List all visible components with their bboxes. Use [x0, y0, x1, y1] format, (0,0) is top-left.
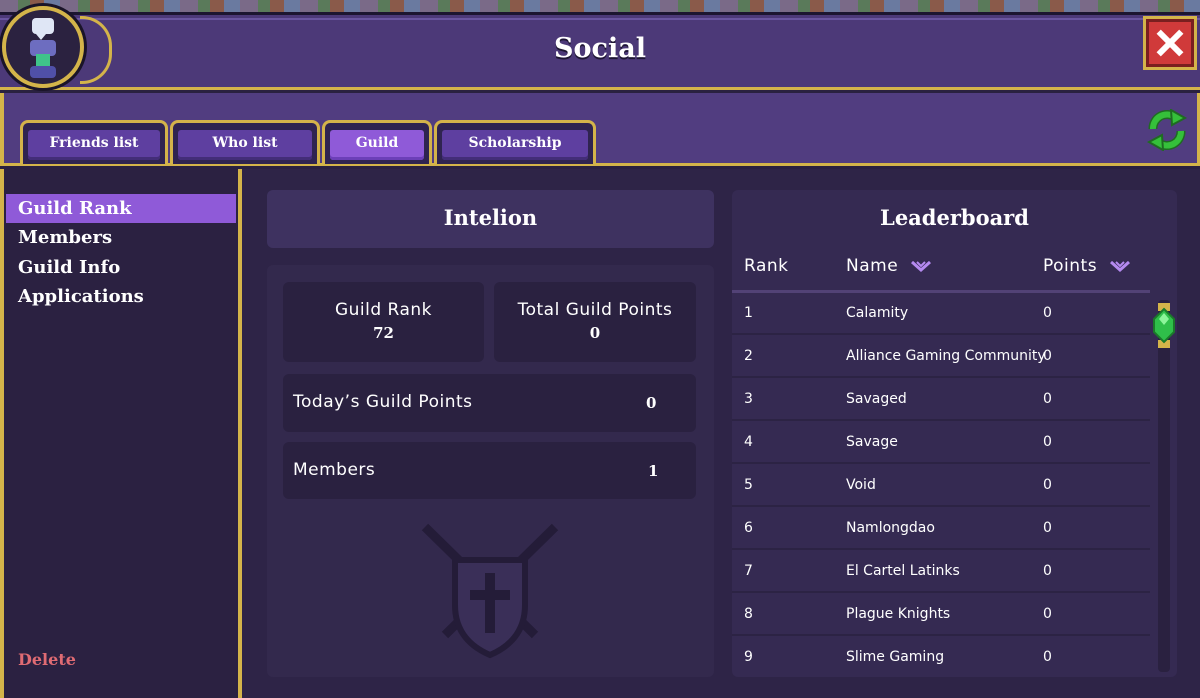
row-points: 0	[1043, 649, 1052, 665]
table-row[interactable]: 7 El Cartel Latinks 0	[732, 550, 1150, 593]
tab-label: Scholarship	[468, 135, 562, 151]
column-header-label: Name	[846, 256, 899, 276]
table-row[interactable]: 6 Namlongdao 0	[732, 507, 1150, 550]
sidebar-item-guild-rank[interactable]: Guild Rank	[6, 194, 236, 223]
table-row[interactable]: 2 Alliance Gaming Community 0	[732, 335, 1150, 378]
row-name: Slime Gaming	[846, 649, 945, 665]
social-emblem-icon	[2, 6, 84, 88]
leaderboard-scrollbar[interactable]	[1158, 300, 1170, 672]
emblem-figure-base	[30, 66, 56, 78]
row-points: 0	[1043, 434, 1052, 450]
total-guild-points-value: 0	[589, 324, 601, 342]
row-rank: 8	[744, 606, 753, 622]
todays-guild-points-value: 0	[646, 394, 657, 412]
table-row[interactable]: 3 Savaged 0	[732, 378, 1150, 421]
sidebar-item-guild-info[interactable]: Guild Info	[6, 253, 236, 282]
tab-friends-list[interactable]: Friends list	[20, 120, 168, 164]
row-rank: 2	[744, 348, 753, 364]
members-value: 1	[648, 462, 659, 480]
todays-guild-points-label: Today’s Guild Points	[293, 392, 473, 412]
game-world-background	[0, 0, 1200, 12]
row-points: 0	[1043, 477, 1052, 493]
table-row[interactable]: 8 Plague Knights 0	[732, 593, 1150, 636]
sidebar-item-applications[interactable]: Applications	[6, 282, 236, 311]
title-bar: Social	[0, 12, 1200, 90]
window-title: Social	[554, 33, 646, 64]
row-name: Savage	[846, 434, 898, 450]
row-name: Calamity	[846, 305, 909, 321]
tab-scholarship[interactable]: Scholarship	[434, 120, 596, 164]
row-points: 0	[1043, 563, 1052, 579]
column-header-points[interactable]: Points	[1043, 256, 1131, 276]
guild-crest-icon	[421, 523, 559, 659]
members-label: Members	[293, 460, 376, 480]
row-points: 0	[1043, 391, 1052, 407]
row-rank: 1	[744, 305, 753, 321]
row-name: Plague Knights	[846, 606, 951, 622]
guild-rank-card	[283, 282, 484, 362]
total-guild-points-card	[494, 282, 696, 362]
row-name: Savaged	[846, 391, 907, 407]
row-rank: 5	[744, 477, 753, 493]
tab-label: Who list	[212, 135, 278, 151]
guild-rank-label: Guild Rank	[334, 300, 433, 320]
row-name: Void	[846, 477, 876, 493]
tab-guild[interactable]: Guild	[322, 120, 432, 164]
total-guild-points-label: Total Guild Points	[517, 300, 673, 320]
tab-label: Guild	[355, 135, 399, 151]
scroll-thumb-gem[interactable]	[1153, 303, 1175, 348]
column-header-name[interactable]: Name	[846, 256, 932, 276]
table-row[interactable]: 9 Slime Gaming 0	[732, 636, 1150, 679]
sidebar-item-members[interactable]: Members	[6, 223, 236, 252]
table-row[interactable]: 4 Savage 0	[732, 421, 1150, 464]
row-rank: 4	[744, 434, 753, 450]
column-header-label: Rank	[744, 256, 789, 276]
row-name: El Cartel Latinks	[846, 563, 960, 579]
chevron-down-icon	[911, 260, 932, 273]
row-points: 0	[1043, 305, 1052, 321]
table-row[interactable]: 5 Void 0	[732, 464, 1150, 507]
guild-rank-value: 72	[373, 324, 394, 342]
row-points: 0	[1043, 606, 1052, 622]
guild-name: Intelion	[443, 205, 538, 230]
table-row[interactable]: 1 Calamity 0	[732, 292, 1150, 335]
close-button[interactable]	[1143, 16, 1197, 70]
refresh-icon[interactable]	[1145, 109, 1189, 151]
delete-button[interactable]: Delete	[18, 650, 76, 669]
row-rank: 9	[744, 649, 753, 665]
leaderboard-title: Leaderboard	[880, 205, 1029, 230]
row-rank: 7	[744, 563, 753, 579]
column-header-label: Points	[1043, 256, 1098, 276]
tab-label: Friends list	[49, 135, 139, 151]
row-name: Alliance Gaming Community	[846, 348, 1046, 364]
row-rank: 6	[744, 520, 753, 536]
chevron-down-icon	[1109, 260, 1130, 273]
row-points: 0	[1043, 348, 1052, 364]
row-name: Namlongdao	[846, 520, 935, 536]
chat-bubble-icon	[32, 18, 54, 40]
column-header-rank[interactable]: Rank	[744, 256, 788, 276]
tab-who-list[interactable]: Who list	[170, 120, 320, 164]
row-points: 0	[1043, 520, 1052, 536]
row-rank: 3	[744, 391, 753, 407]
